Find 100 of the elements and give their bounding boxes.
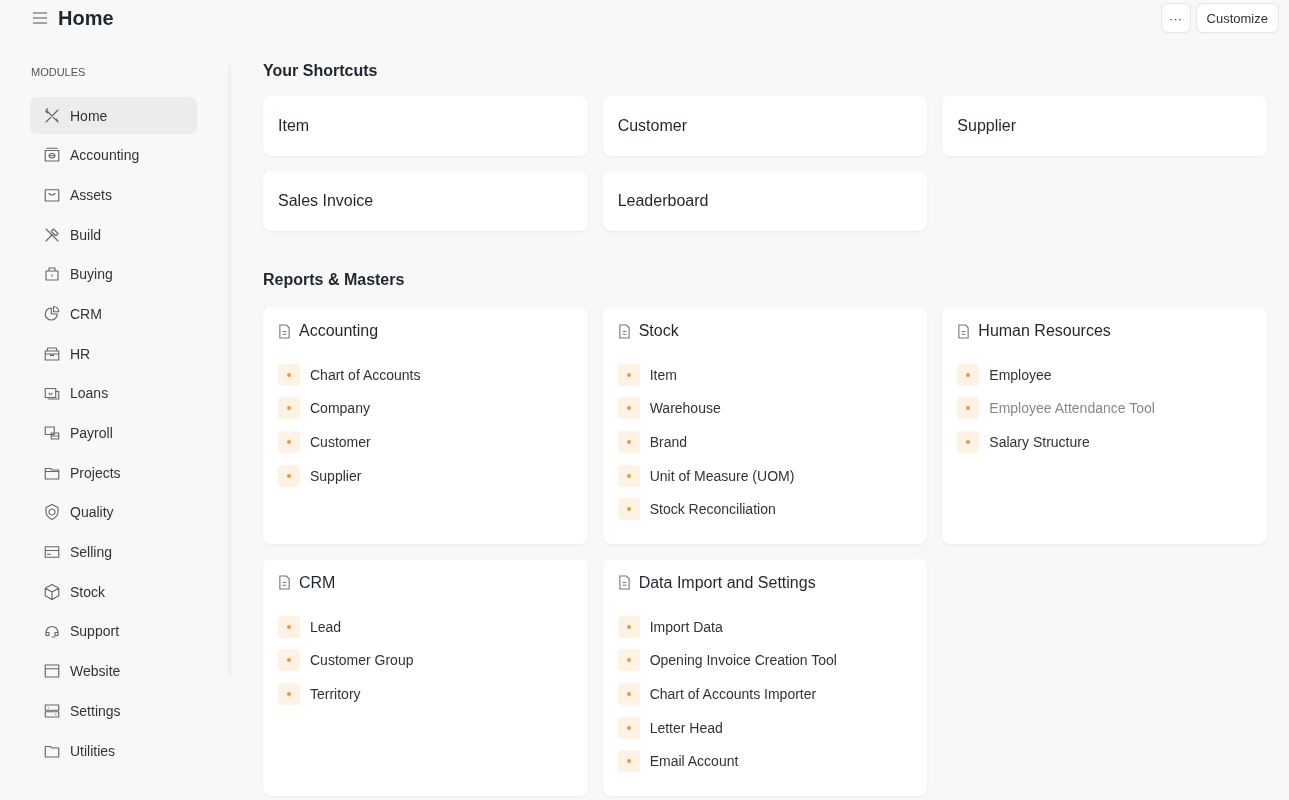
- report-link[interactable]: Brand: [649, 434, 687, 450]
- section-title: Reports & Masters: [263, 271, 406, 289]
- report-link[interactable]: Unit of Measure (UOM): [649, 467, 795, 484]
- module-icon: [43, 344, 61, 363]
- sidebar-label: Projects: [70, 464, 121, 481]
- sidebar-label: Support: [70, 623, 120, 640]
- module-icon: [43, 304, 61, 323]
- report-link[interactable]: Company: [310, 400, 370, 417]
- shortcut-card[interactable]: Supplier: [942, 96, 1267, 156]
- document-icon: [278, 323, 291, 339]
- bullet-icon: [617, 682, 640, 705]
- bullet-icon: [278, 464, 300, 487]
- report-link[interactable]: Item: [649, 366, 677, 383]
- sidebar-label: Build: [70, 226, 102, 243]
- section-title: Your Shortcuts: [263, 62, 379, 80]
- menu-icon[interactable]: [32, 11, 48, 25]
- document-icon: [617, 323, 631, 339]
- module-icon: [43, 424, 61, 442]
- bullet-icon: [278, 682, 300, 705]
- more-button[interactable]: ···: [1161, 4, 1190, 32]
- report-link[interactable]: Supplier: [310, 467, 362, 484]
- sidebar-label: Buying: [70, 266, 113, 283]
- sidebar-label: Payroll: [70, 425, 113, 441]
- bullet-icon: [278, 363, 300, 386]
- card-title: Accounting: [299, 322, 379, 340]
- bullet-icon: [617, 363, 640, 386]
- report-link[interactable]: Chart of Accounts: [310, 366, 421, 383]
- sidebar-item[interactable]: Selling: [30, 533, 197, 571]
- module-icon: [43, 225, 61, 244]
- shortcut-card[interactable]: Item: [263, 96, 588, 156]
- module-icon: [43, 146, 61, 165]
- report-link[interactable]: Opening Invoice Creation Tool: [649, 652, 837, 669]
- sidebar-item[interactable]: Loans: [30, 374, 197, 412]
- bullet-icon: [617, 498, 640, 521]
- sidebar-label: Settings: [70, 702, 121, 719]
- bullet-icon: [278, 431, 300, 453]
- customize-button[interactable]: Customize: [1196, 4, 1278, 32]
- bullet-icon: [957, 397, 980, 420]
- document-icon: [957, 323, 971, 339]
- bullet-icon: [278, 649, 300, 672]
- sidebar-item[interactable]: Build: [30, 216, 197, 254]
- report-link[interactable]: Territory: [310, 685, 361, 702]
- shortcut-card[interactable]: Customer: [602, 96, 928, 156]
- shortcut-card[interactable]: Leaderboard: [602, 171, 928, 231]
- sidebar-item[interactable]: Utilities: [30, 732, 197, 769]
- sidebar-item[interactable]: Stock: [30, 573, 197, 611]
- sidebar-item[interactable]: Settings: [30, 692, 197, 730]
- report-link[interactable]: Letter Head: [649, 719, 723, 736]
- module-icon: [43, 701, 61, 720]
- sidebar-label: Quality: [70, 504, 114, 521]
- sidebar-label: Loans: [70, 385, 109, 402]
- sidebar-item[interactable]: Payroll: [30, 414, 197, 452]
- sidebar-label: Stock: [70, 583, 105, 600]
- bullet-icon: [617, 431, 640, 453]
- report-link[interactable]: Warehouse: [649, 400, 721, 417]
- sidebar-label: CRM: [70, 305, 102, 322]
- sidebar-label: Home: [70, 107, 108, 124]
- module-icon: [43, 106, 61, 125]
- shortcut-card[interactable]: Sales Invoice: [263, 171, 588, 231]
- bullet-icon: [617, 649, 640, 672]
- module-icon: [43, 265, 61, 284]
- sidebar-item[interactable]: Assets: [30, 176, 197, 214]
- report-link[interactable]: Customer: [310, 434, 371, 450]
- sidebar-item[interactable]: CRM: [30, 295, 197, 333]
- bullet-icon: [617, 750, 640, 773]
- sidebar-label: HR: [70, 345, 91, 362]
- report-link[interactable]: Chart of Accounts Importer: [649, 685, 817, 702]
- report-link[interactable]: Email Account: [649, 753, 739, 770]
- bullet-icon: [617, 615, 640, 638]
- document-icon: [278, 575, 291, 591]
- card-title: Human Resources: [978, 322, 1111, 340]
- sidebar-item[interactable]: Quality: [30, 493, 197, 531]
- card-title: Stock: [638, 322, 679, 340]
- report-link[interactable]: Customer Group: [310, 652, 414, 669]
- sidebar-heading: MODULES: [30, 66, 87, 78]
- report-link[interactable]: Salary Structure: [989, 434, 1090, 450]
- sidebar-item[interactable]: Buying: [30, 255, 197, 293]
- report-link[interactable]: Stock Reconciliation: [649, 501, 776, 518]
- sidebar-item[interactable]: Home: [30, 97, 197, 134]
- bullet-icon: [278, 615, 300, 638]
- sidebar-item[interactable]: Website: [30, 652, 197, 690]
- card-title: Data Import and Settings: [638, 573, 816, 592]
- report-link[interactable]: Import Data: [649, 618, 723, 635]
- report-link[interactable]: Employee: [989, 366, 1052, 383]
- bullet-icon: [617, 464, 640, 487]
- bullet-icon: [957, 431, 980, 453]
- sidebar-item[interactable]: Support: [30, 612, 197, 650]
- document-icon: [617, 575, 631, 591]
- module-icon: [43, 662, 61, 681]
- report-link[interactable]: Lead: [310, 618, 342, 635]
- bullet-icon: [617, 397, 640, 420]
- sidebar-label: Accounting: [70, 147, 140, 164]
- sidebar-label: Selling: [70, 544, 113, 561]
- sidebar-item[interactable]: Projects: [30, 454, 197, 492]
- sidebar-label: Website: [70, 663, 121, 680]
- page-title: Home: [58, 6, 114, 30]
- sidebar-item[interactable]: HR: [30, 335, 197, 373]
- sidebar-item[interactable]: Accounting: [30, 136, 197, 174]
- module-icon: [43, 503, 61, 522]
- module-icon: [43, 582, 61, 601]
